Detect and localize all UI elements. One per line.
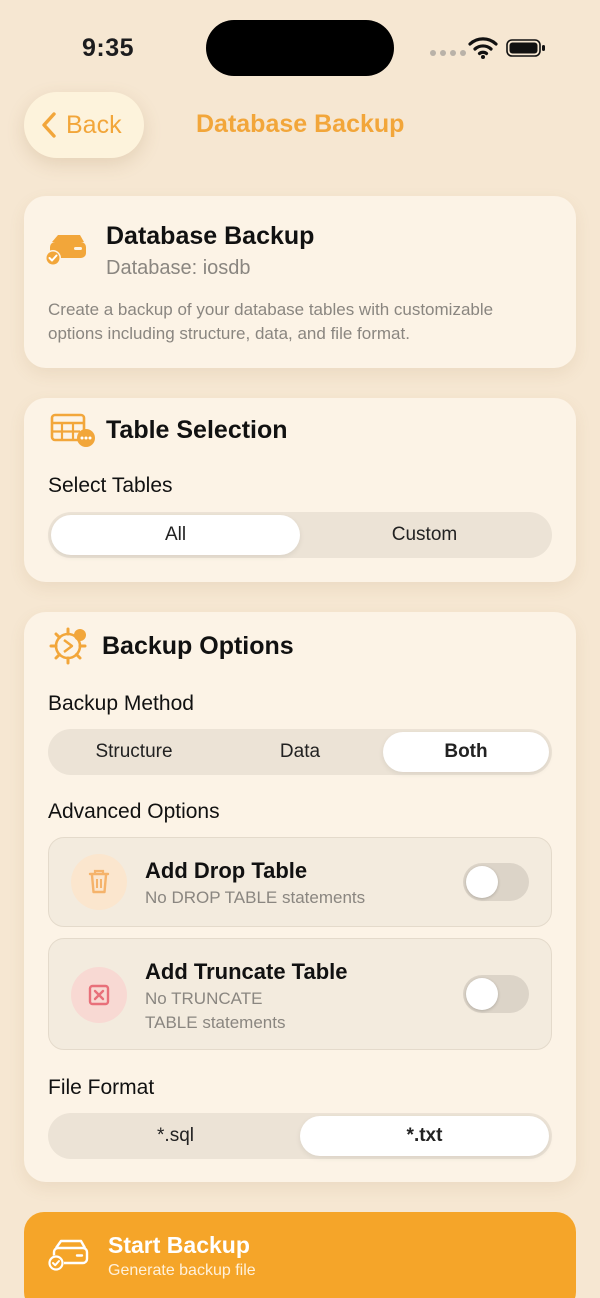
truncate-table-title: Add Truncate Table (145, 959, 348, 984)
drop-table-toggle[interactable] (463, 863, 529, 901)
backup-method-label: Backup Method (48, 692, 194, 715)
select-tables-label: Select Tables (48, 474, 173, 497)
segment-all[interactable]: All (51, 515, 300, 555)
info-title: Database Backup (106, 222, 315, 250)
chevron-left-icon (42, 112, 56, 138)
start-backup-subtitle: Generate backup file (108, 1262, 256, 1279)
drop-table-subtitle: No DROP TABLE statements (145, 888, 366, 907)
drop-table-option: Add Drop Table No DROP TABLE statements (48, 837, 552, 927)
start-backup-title: Start Backup (108, 1232, 250, 1258)
cellular-signal-icon (430, 50, 466, 56)
truncate-table-subtitle-line1: No TRUNCATE (145, 989, 263, 1008)
drop-table-icon-bg (71, 854, 127, 910)
gear-settings-icon (49, 627, 87, 665)
segment-custom[interactable]: Custom (300, 515, 549, 555)
backup-method-segmented-control: Structure Data Both (48, 729, 552, 775)
segment-structure[interactable]: Structure (51, 732, 217, 772)
backup-options-card: Backup Options Backup Method Structure D… (24, 612, 576, 1182)
battery-icon (506, 39, 545, 57)
segment-sql[interactable]: *.sql (51, 1116, 300, 1156)
truncate-table-toggle[interactable] (463, 975, 529, 1013)
segment-both[interactable]: Both (383, 732, 549, 772)
wifi-icon (468, 37, 498, 59)
info-description: Create a backup of your database tables … (48, 300, 494, 343)
file-format-label: File Format (48, 1076, 155, 1099)
truncate-table-option: Add Truncate Table No TRUNCATE TABLE sta… (48, 938, 552, 1050)
table-selection-card: Table Selection Select Tables All Custom (24, 398, 576, 582)
status-time: 9:35 (82, 34, 135, 62)
back-button[interactable]: Back (24, 92, 144, 158)
back-button-label: Back (66, 110, 122, 139)
table-icon (50, 413, 95, 447)
status-bar: 9:35 (0, 0, 600, 90)
backup-options-title: Backup Options (102, 632, 294, 660)
truncate-table-icon-bg (71, 967, 127, 1023)
database-name: Database: iosdb (106, 257, 251, 279)
truncate-table-subtitle-line2: TABLE statements (145, 1013, 286, 1032)
x-square-icon (88, 984, 110, 1006)
drop-table-title: Add Drop Table (145, 858, 308, 883)
page-title: Database Backup (196, 110, 405, 138)
segment-data[interactable]: Data (217, 732, 383, 772)
trash-icon (88, 869, 110, 894)
database-drive-icon (45, 235, 86, 266)
table-selection-segmented-control: All Custom (48, 512, 552, 558)
table-selection-title: Table Selection (106, 416, 288, 444)
database-info-card: Database Backup Database: iosdb Create a… (24, 196, 576, 368)
dynamic-island (206, 20, 394, 76)
advanced-options-label: Advanced Options (48, 800, 220, 823)
file-format-segmented-control: *.sql *.txt (48, 1113, 552, 1159)
segment-txt[interactable]: *.txt (300, 1116, 549, 1156)
drive-check-icon (48, 1239, 89, 1271)
start-backup-button[interactable]: Start Backup Generate backup file (24, 1212, 576, 1298)
